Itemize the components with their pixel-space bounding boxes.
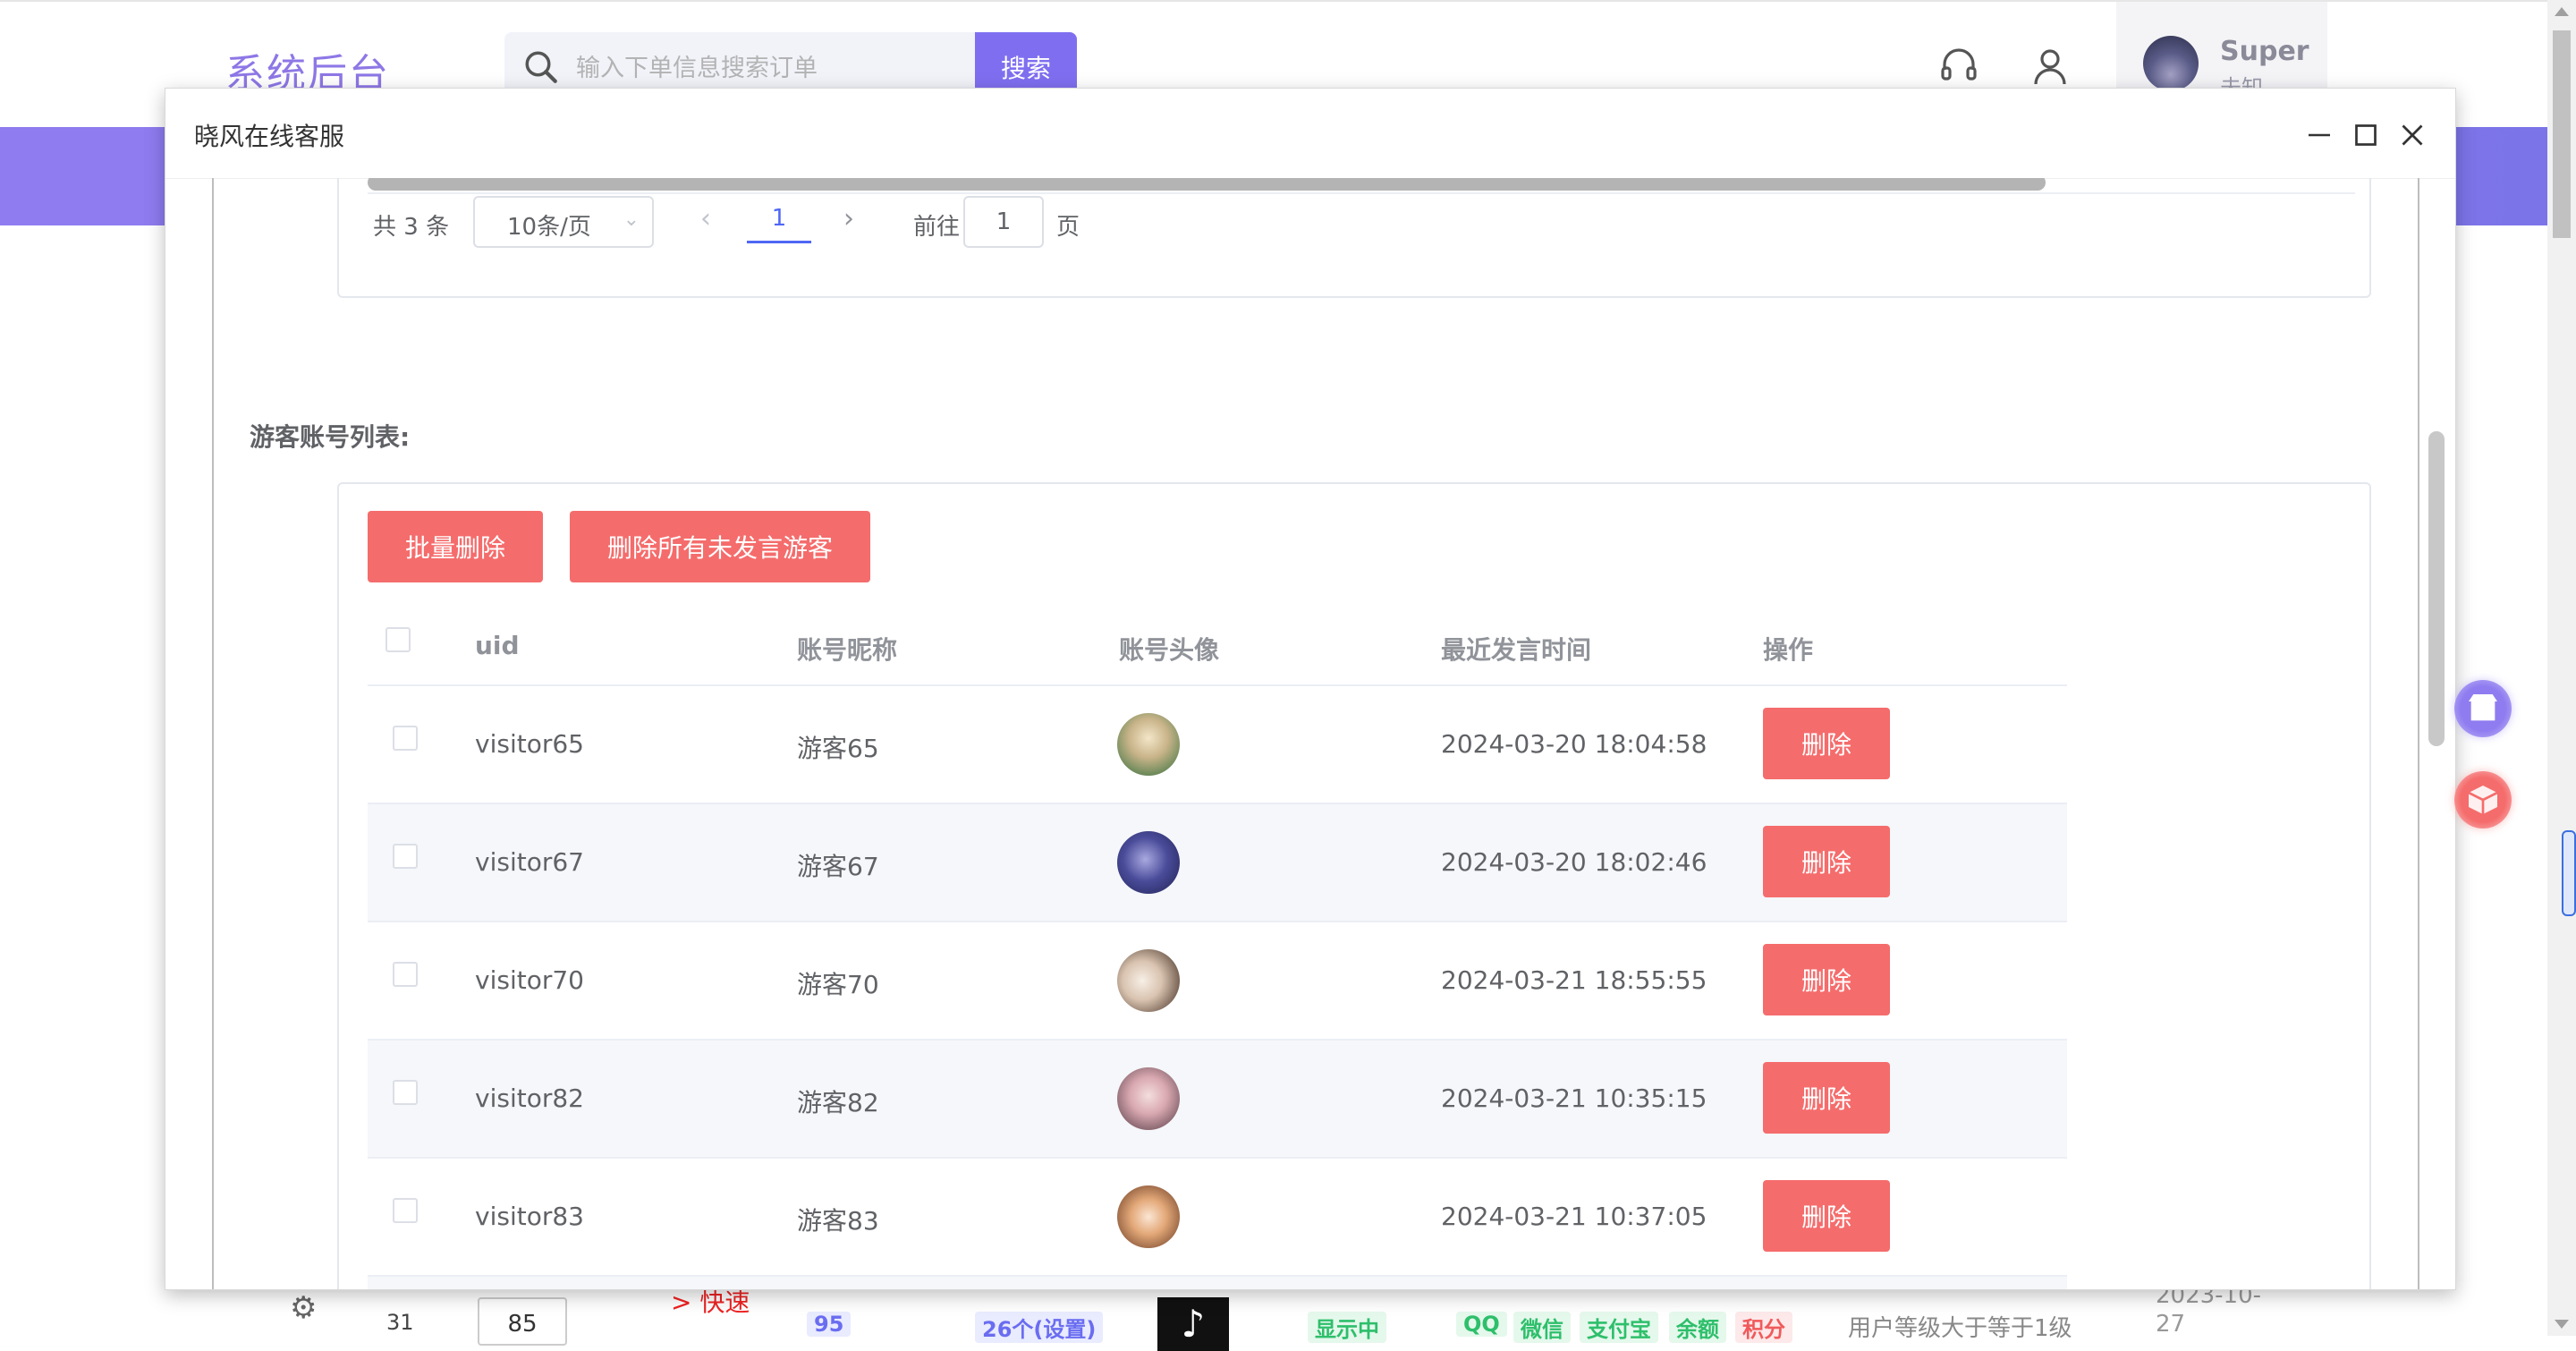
row-checkbox[interactable] (393, 726, 418, 751)
row-checkbox[interactable] (393, 1198, 418, 1223)
visitor-avatar (1117, 1185, 1180, 1248)
delete-button[interactable]: 删除 (1763, 1180, 1890, 1252)
goto-label: 前往 (913, 214, 961, 241)
setting-badge[interactable]: 26个(设置) (975, 1312, 1104, 1343)
cube-icon[interactable] (2454, 771, 2512, 828)
delete-button[interactable]: 删除 (1763, 944, 1890, 1015)
visitor-avatar (1117, 831, 1180, 894)
page-size-value: 10条/页 (507, 214, 591, 241)
page-suffix: 页 (1056, 214, 1080, 241)
horizontal-scroll-thumb[interactable] (368, 178, 2046, 191)
visitor-list-card: 批量删除 删除所有未发言游客 uid 账号昵称 账号头像 最近发言时间 操作 v… (337, 482, 2371, 1289)
table-row: visitor70 游客70 2024-03-21 18:55:55 删除 (368, 922, 2067, 1041)
delete-button[interactable]: 删除 (1763, 826, 1890, 897)
delete-button[interactable]: 删除 (1763, 708, 1890, 779)
delete-button[interactable]: 删除 (1763, 1062, 1890, 1134)
scroll-up-icon[interactable] (2555, 7, 2569, 16)
dialog-scroll-thumb[interactable] (2428, 431, 2445, 746)
level-text: 用户等级大于等于1级 (1848, 1315, 2072, 1342)
side-scroll-indicator[interactable] (2562, 830, 2576, 916)
table-row: visitor67 游客67 2024-03-20 18:02:46 删除 (368, 804, 2067, 922)
table-row: visitor82 游客82 2024-03-21 10:35:15 删除 (368, 1041, 2067, 1159)
dialog-title: 晓风在线客服 (194, 122, 345, 151)
col-actions: 操作 (1763, 635, 1814, 665)
store-icon[interactable] (2454, 680, 2512, 737)
pay-tag-alipay: 支付宝 (1580, 1312, 1658, 1343)
cell-last-message-time: 2024-03-21 10:35:15 (1441, 1083, 1707, 1113)
maximize-icon[interactable] (2350, 119, 2382, 151)
batch-delete-button[interactable]: 批量删除 (368, 511, 543, 582)
table-header: uid 账号昵称 账号头像 最近发言时间 操作 (368, 609, 2067, 686)
col-avatar: 账号头像 (1119, 635, 1220, 665)
pagination-total: 共 3 条 (373, 214, 450, 241)
pay-tag-points: 积分 (1735, 1312, 1792, 1343)
cell-last-message-time: 2024-03-20 18:02:46 (1441, 847, 1707, 877)
dialog-titlebar[interactable]: 晓风在线客服 (165, 89, 2455, 179)
table-row: visitor65 游客65 2024-03-20 18:04:58 删除 (368, 686, 2067, 804)
cell-uid: visitor70 (475, 965, 584, 995)
gear-icon[interactable]: ⚙ (290, 1290, 317, 1326)
col-last-message-time: 最近发言时间 (1441, 635, 1592, 665)
headset-icon[interactable] (1937, 45, 1980, 88)
col-nickname: 账号昵称 (797, 635, 898, 665)
cell-uid: visitor82 (475, 1083, 584, 1113)
cell-uid: visitor65 (475, 729, 584, 759)
search-icon (525, 51, 557, 83)
table-row: visitor84游客842024-03-21 12:21:05删除 (368, 1277, 2067, 1289)
visitor-avatar (1117, 1067, 1180, 1130)
col-uid: uid (475, 631, 520, 660)
quantity-input[interactable]: 85 (478, 1297, 567, 1346)
prev-page-icon[interactable]: ‹ (700, 203, 711, 234)
cell-nickname: 游客65 (797, 734, 879, 763)
cell-last-message-time: 2024-03-21 18:55:55 (1441, 965, 1707, 995)
pay-tag-wechat: 微信 (1513, 1312, 1571, 1343)
user-avatar (2143, 36, 2199, 91)
user-card[interactable]: Super 未知 (2116, 2, 2327, 100)
page-size-select[interactable]: 10条/页 ⌄ (473, 196, 654, 248)
table-row: visitor83 游客83 2024-03-21 10:37:05 删除 (368, 1159, 2067, 1277)
delete-silent-visitors-button[interactable]: 删除所有未发言游客 (570, 511, 870, 582)
cell-last-message-time: 2024-03-21 10:37:05 (1441, 1202, 1707, 1231)
visitor-avatar (1117, 949, 1180, 1012)
chevron-down-icon: ⌄ (623, 208, 640, 231)
cell-nickname: 游客82 (797, 1088, 879, 1117)
cell-last-message-time: 2024-03-20 18:04:58 (1441, 729, 1707, 759)
scroll-down-icon[interactable] (2555, 1320, 2569, 1329)
close-icon[interactable] (2396, 119, 2428, 151)
user-icon[interactable] (2029, 45, 2072, 88)
next-page-icon[interactable]: › (843, 203, 854, 234)
cell-uid: visitor83 (475, 1202, 584, 1231)
dialog-body: 共 3 条 10条/页 ⌄ ‹ 1 › 前往 1 页 游客账号列表: 批量删除 … (212, 178, 2419, 1289)
row-index: 31 (386, 1310, 414, 1335)
visitor-table: uid 账号昵称 账号头像 最近发言时间 操作 visitor65 游客65 202… (368, 609, 2067, 1289)
cell-nickname: 游客67 (797, 852, 879, 881)
page-scrollbar[interactable] (2547, 0, 2576, 1336)
cell-nickname: 游客83 (797, 1206, 879, 1236)
page-scroll-thumb[interactable] (2553, 30, 2571, 238)
user-name: Super (2220, 36, 2309, 67)
visitor-section-title: 游客账号列表: (250, 422, 411, 452)
tiktok-icon: ♪ (1157, 1297, 1229, 1351)
row-checkbox[interactable] (393, 962, 418, 987)
select-all-checkbox[interactable] (386, 627, 411, 652)
pay-tag-qq: QQ (1456, 1312, 1507, 1337)
background-table-row: ⚙ 31 85 > 快速 95 26个(设置) ♪ 显示中 QQ 微信 支付宝 … (215, 1282, 2326, 1351)
count-badge: 95 (807, 1312, 852, 1337)
previous-table-card: 共 3 条 10条/页 ⌄ ‹ 1 › 前往 1 页 (337, 178, 2371, 298)
row-checkbox[interactable] (393, 844, 418, 869)
goto-page-input[interactable]: 1 (963, 196, 1044, 248)
row-checkbox[interactable] (393, 1080, 418, 1105)
minimize-icon[interactable] (2303, 119, 2335, 151)
customer-service-dialog: 晓风在线客服 共 3 条 10条/页 ⌄ ‹ 1 › 前往 1 页 游客账号列表… (165, 88, 2456, 1290)
pay-tag-balance: 余额 (1669, 1312, 1726, 1343)
status-badge: 显示中 (1308, 1312, 1386, 1343)
cell-uid: visitor67 (475, 847, 584, 877)
table-body: visitor65 游客65 2024-03-20 18:04:58 删除 visito… (368, 686, 2067, 1289)
current-page[interactable]: 1 (747, 196, 811, 243)
visitor-avatar (1117, 713, 1180, 776)
cell-nickname: 游客70 (797, 970, 879, 999)
horizontal-scrollbar[interactable] (368, 178, 2355, 194)
